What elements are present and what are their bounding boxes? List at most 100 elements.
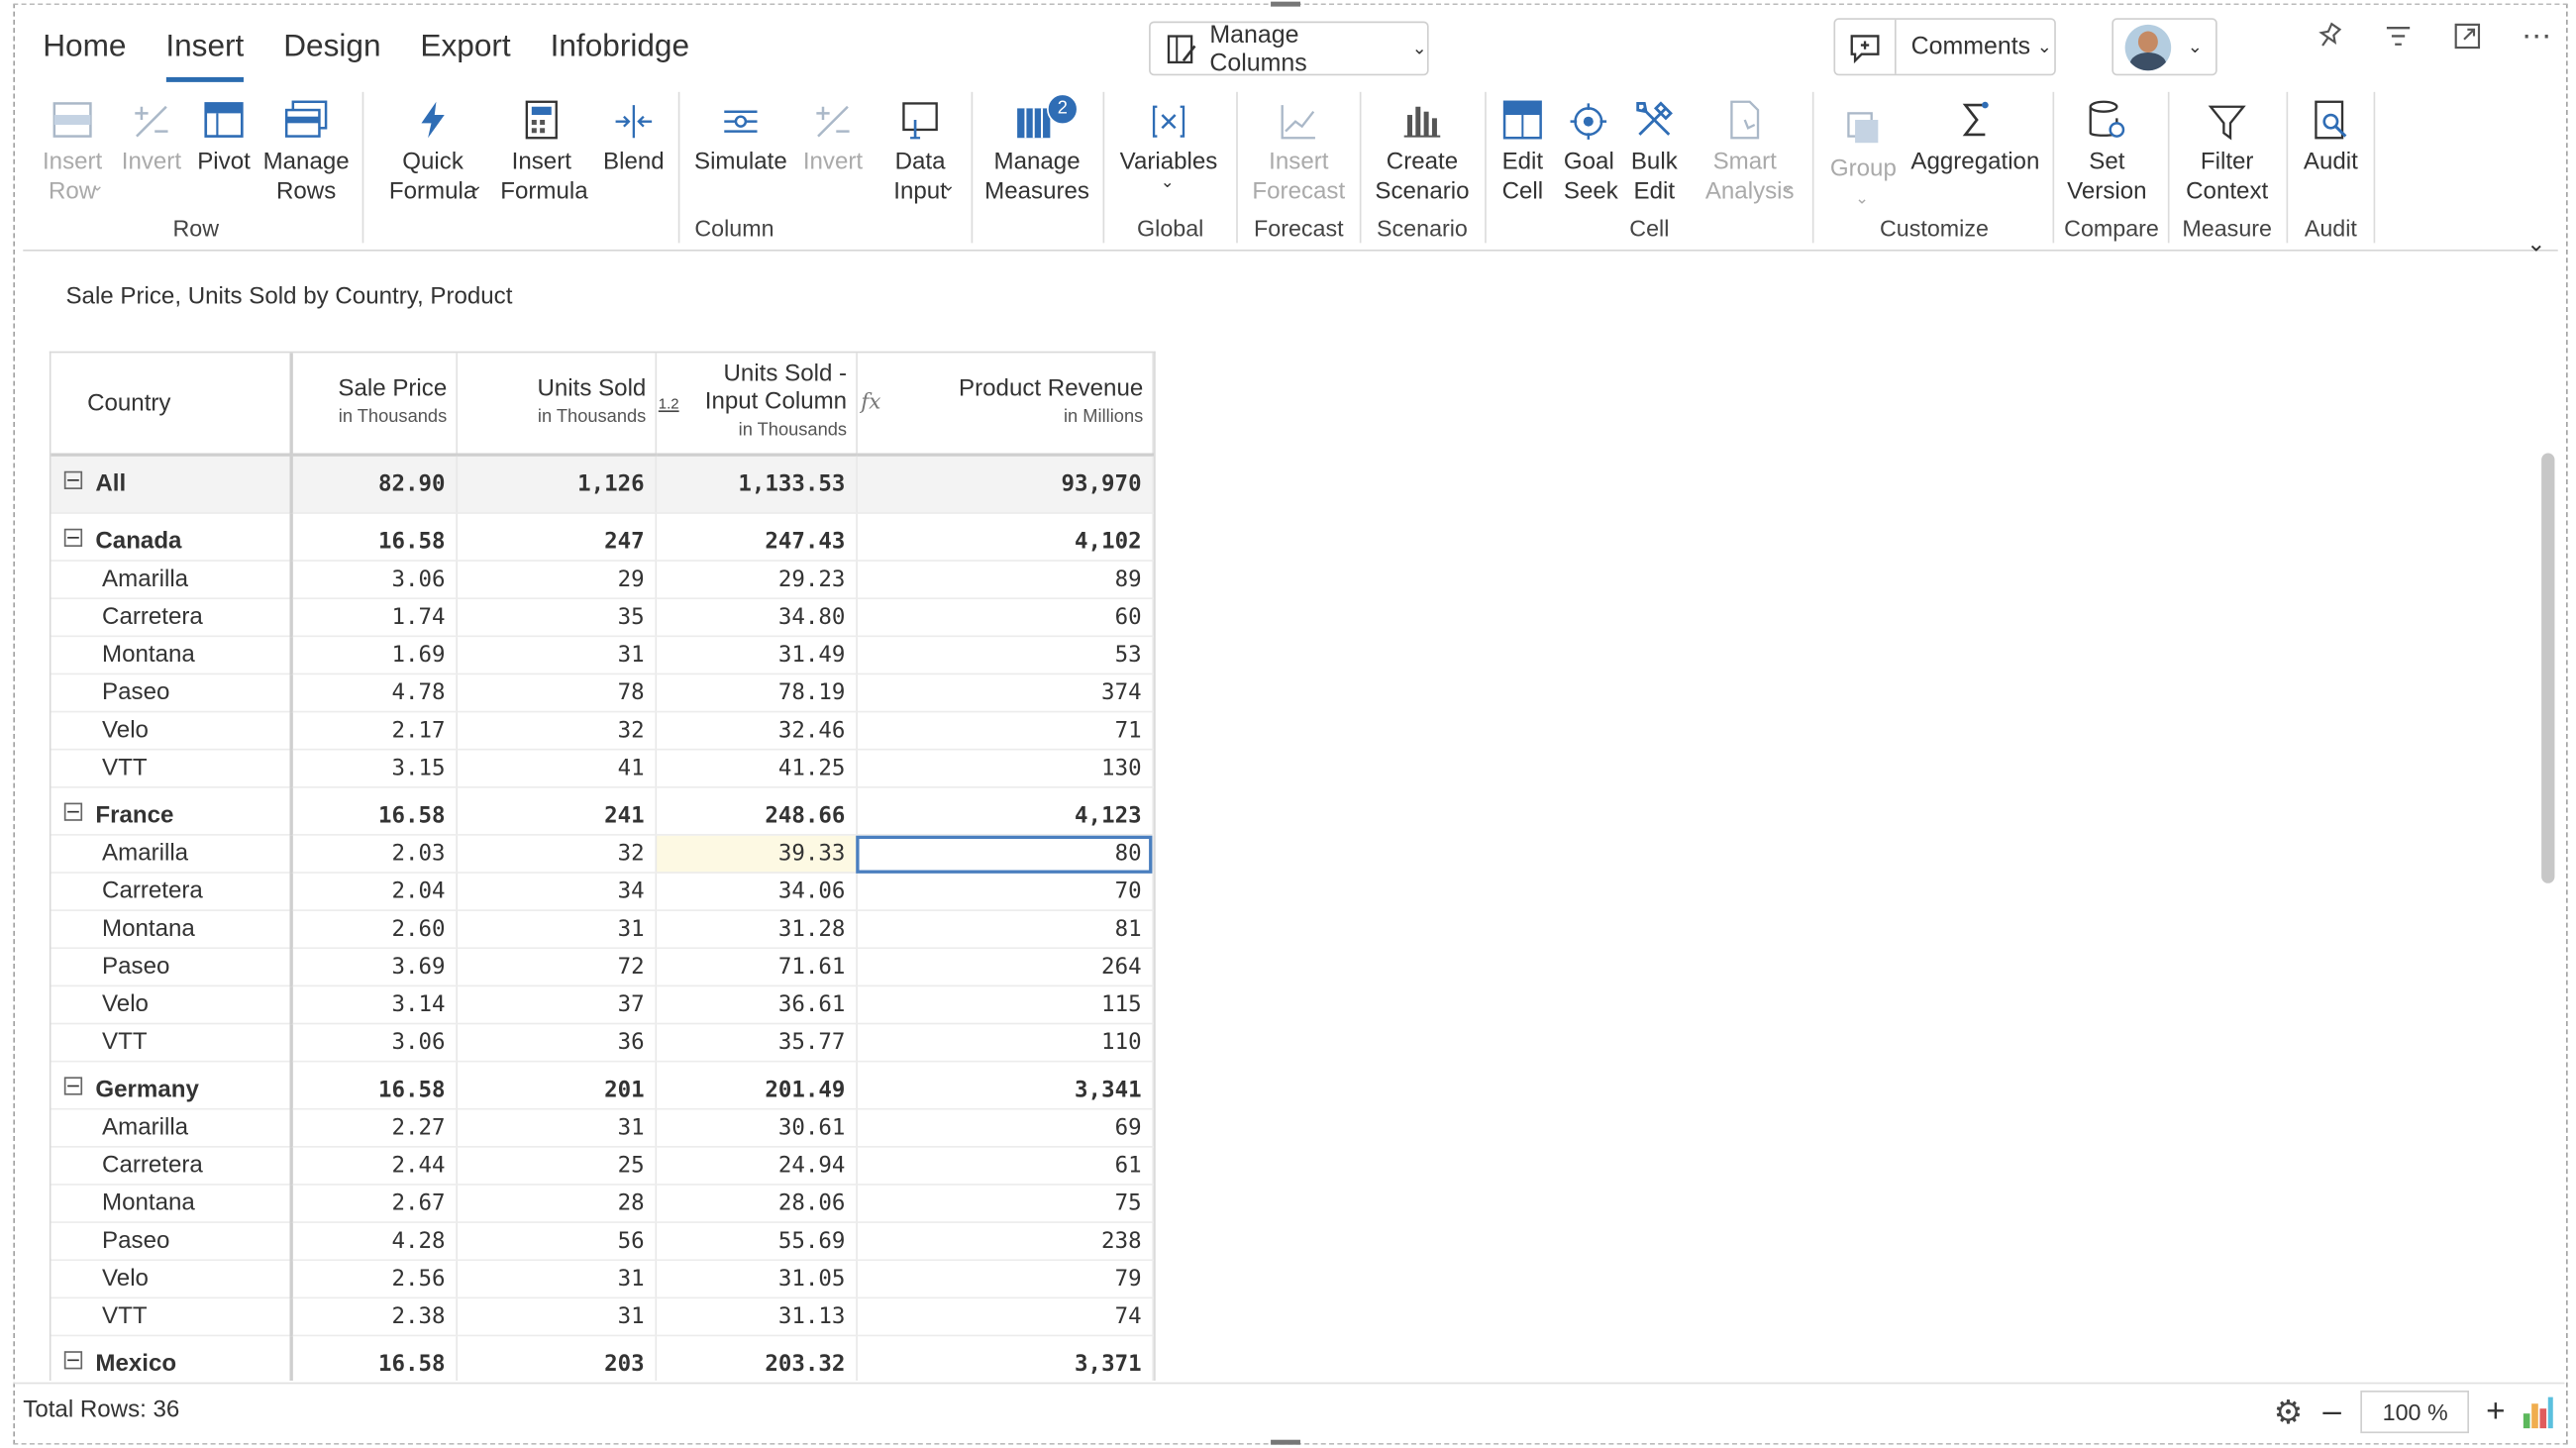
units-input-cell[interactable]: 29.23	[655, 561, 858, 600]
column-header-sale-price[interactable]: Sale Price in Thousands	[291, 353, 458, 457]
tab-insert[interactable]: Insert	[146, 23, 263, 82]
sale-price-cell[interactable]: 16.58	[291, 513, 458, 562]
row-header-cell[interactable]: VTT	[51, 1023, 293, 1063]
units-input-cell[interactable]: 203.32	[655, 1335, 858, 1382]
sale-price-cell[interactable]: 16.58	[291, 786, 458, 836]
add-comment-button[interactable]	[1835, 19, 1897, 74]
insert-forecast-button[interactable]: Insert Forecast	[1248, 89, 1350, 207]
row-header-cell[interactable]: Paseo	[51, 948, 293, 987]
zoom-in-button[interactable]: +	[2483, 1393, 2509, 1430]
pivot-button[interactable]: Pivot	[191, 89, 257, 178]
sale-price-cell[interactable]: 1.69	[291, 636, 458, 675]
revenue-cell[interactable]: 89	[856, 561, 1154, 600]
create-scenario-button[interactable]: Create Scenario	[1370, 89, 1475, 207]
settings-gear-icon[interactable]: ⚙	[2274, 1392, 2304, 1432]
units-sold-cell[interactable]: 31	[456, 1297, 657, 1337]
units-input-cell[interactable]: 248.66	[655, 786, 858, 836]
row-header-cell[interactable]: Carretera	[51, 873, 293, 911]
sale-price-cell[interactable]: 2.67	[291, 1184, 458, 1223]
units-input-cell[interactable]: 39.33	[655, 834, 858, 874]
formula-fx-icon[interactable]: fx	[861, 391, 880, 416]
units-sold-cell[interactable]: 31	[456, 910, 657, 950]
row-header-cell[interactable]: Paseo	[51, 1222, 293, 1262]
revenue-cell[interactable]: 71	[856, 711, 1154, 751]
row-header-cell[interactable]: Montana	[51, 636, 293, 675]
row-header-cell[interactable]: Paseo	[51, 673, 293, 713]
resize-handle-top[interactable]	[1271, 1, 1300, 7]
revenue-cell[interactable]: 3,371	[856, 1335, 1154, 1382]
units-input-cell[interactable]: 30.61	[655, 1108, 858, 1148]
row-header-cell[interactable]: Carretera	[51, 1146, 293, 1186]
group-button[interactable]: Group	[1823, 89, 1903, 184]
sale-price-cell[interactable]: 2.27	[291, 1108, 458, 1148]
set-version-button[interactable]: Set Version	[2064, 89, 2149, 207]
row-header-cell[interactable]: Montana	[51, 1184, 293, 1223]
revenue-cell[interactable]: 70	[856, 873, 1154, 911]
units-sold-cell[interactable]: 34	[456, 873, 657, 911]
sale-price-cell[interactable]: 4.78	[291, 673, 458, 713]
revenue-cell[interactable]: 3,341	[856, 1061, 1154, 1110]
revenue-cell[interactable]: 75	[856, 1184, 1154, 1223]
units-sold-cell[interactable]: 32	[456, 711, 657, 751]
revenue-cell[interactable]: 115	[856, 985, 1154, 1025]
revenue-cell[interactable]: 79	[856, 1260, 1154, 1299]
sale-price-cell[interactable]: 1.74	[291, 598, 458, 638]
sale-price-cell[interactable]: 2.56	[291, 1260, 458, 1299]
row-header-cell[interactable]: Mexico	[51, 1335, 293, 1382]
goal-seek-button[interactable]: Goal Seek	[1559, 89, 1618, 207]
sale-price-cell[interactable]: 3.14	[291, 985, 458, 1025]
units-sold-cell[interactable]: 78	[456, 673, 657, 713]
collapse-toggle-icon[interactable]	[63, 528, 83, 547]
column-header-units-sold[interactable]: Units Sold in Thousands	[456, 353, 657, 457]
collapse-toggle-icon[interactable]	[63, 470, 83, 489]
sale-price-cell[interactable]: 3.15	[291, 749, 458, 788]
revenue-cell[interactable]: 80	[856, 834, 1154, 874]
comments-dropdown[interactable]: Comments ⌄	[1833, 18, 2056, 76]
units-sold-cell[interactable]: 32	[456, 834, 657, 874]
blend-button[interactable]: Blend	[599, 89, 669, 178]
zoom-out-button[interactable]: –	[2317, 1393, 2348, 1430]
sale-price-cell[interactable]: 2.03	[291, 834, 458, 874]
collapse-toggle-icon[interactable]	[63, 1077, 83, 1095]
units-sold-cell[interactable]: 28	[456, 1184, 657, 1223]
row-header-cell[interactable]: Amarilla	[51, 561, 293, 600]
units-input-cell[interactable]: 35.77	[655, 1023, 858, 1063]
resize-handle-bottom[interactable]	[1271, 1439, 1300, 1445]
units-input-cell[interactable]: 1,133.53	[655, 455, 858, 514]
units-sold-cell[interactable]: 29	[456, 561, 657, 600]
sale-price-cell[interactable]: 2.04	[291, 873, 458, 911]
revenue-cell[interactable]: 238	[856, 1222, 1154, 1262]
units-input-cell[interactable]: 32.46	[655, 711, 858, 751]
row-header-cell[interactable]: Amarilla	[51, 834, 293, 874]
row-header-cell[interactable]: VTT	[51, 749, 293, 788]
user-menu[interactable]: ⌄	[2112, 18, 2217, 76]
revenue-cell[interactable]: 4,123	[856, 786, 1154, 836]
units-sold-cell[interactable]: 36	[456, 1023, 657, 1063]
revenue-cell[interactable]: 74	[856, 1297, 1154, 1337]
sale-price-cell[interactable]: 16.58	[291, 1061, 458, 1110]
units-sold-cell[interactable]: 31	[456, 636, 657, 675]
units-sold-cell[interactable]: 241	[456, 786, 657, 836]
revenue-cell[interactable]: 130	[856, 749, 1154, 788]
units-input-cell[interactable]: 34.06	[655, 873, 858, 911]
sale-price-cell[interactable]: 2.44	[291, 1146, 458, 1186]
revenue-cell[interactable]: 264	[856, 948, 1154, 987]
focus-mode-icon[interactable]	[2432, 13, 2502, 58]
manage-rows-button[interactable]: Manage Rows	[260, 89, 353, 207]
revenue-cell[interactable]: 110	[856, 1023, 1154, 1063]
revenue-cell[interactable]: 81	[856, 910, 1154, 950]
units-sold-cell[interactable]: 247	[456, 513, 657, 562]
row-header-cell[interactable]: VTT	[51, 1297, 293, 1337]
units-sold-cell[interactable]: 56	[456, 1222, 657, 1262]
manage-measures-button[interactable]: 2 Manage Measures	[981, 89, 1093, 207]
filter-lines-icon[interactable]	[2364, 13, 2433, 58]
row-header-cell[interactable]: Montana	[51, 910, 293, 950]
column-header-units-sold-input[interactable]: Units Sold - Input Column in Thousands	[655, 353, 858, 457]
sale-price-cell[interactable]: 3.06	[291, 1023, 458, 1063]
sale-price-cell[interactable]: 2.17	[291, 711, 458, 751]
units-input-cell[interactable]: 31.13	[655, 1297, 858, 1337]
vertical-scrollbar[interactable]	[2541, 453, 2555, 883]
revenue-cell[interactable]: 93,970	[856, 455, 1154, 514]
row-header-cell[interactable]: Canada	[51, 513, 293, 562]
units-sold-cell[interactable]: 41	[456, 749, 657, 788]
